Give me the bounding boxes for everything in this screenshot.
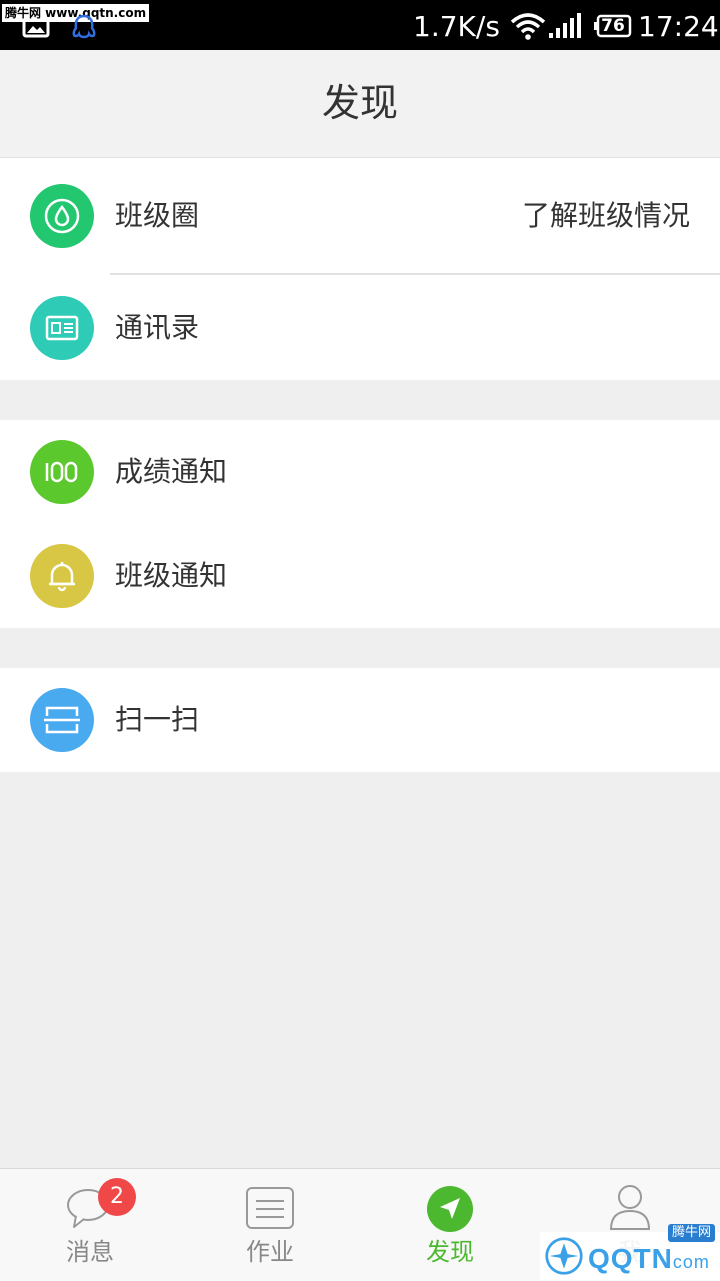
menu-item-label: 扫一扫 <box>115 703 200 736</box>
menu-item-class-notice[interactable]: 班级通知 <box>0 524 720 628</box>
scan-icon <box>30 688 94 752</box>
menu-item-contacts[interactable]: 通讯录 <box>0 274 720 380</box>
tab-label: 消息 <box>66 1238 114 1266</box>
drop-icon <box>30 184 94 248</box>
menu-group-class: 班级圈 了解班级情况 通讯录 <box>0 158 720 380</box>
tab-homework[interactable]: 作业 <box>180 1169 360 1281</box>
network-speed: 1.7K/s <box>413 10 500 43</box>
tab-messages[interactable]: 2 消息 <box>0 1169 180 1281</box>
menu-item-subtitle: 了解班级情况 <box>521 199 690 232</box>
menu-group-scan: 扫一扫 <box>0 668 720 772</box>
battery-level: 76 <box>601 16 625 36</box>
tab-label: 作业 <box>246 1238 294 1266</box>
qqtn-logo-icon <box>545 1237 583 1275</box>
menu-item-label: 通讯录 <box>115 311 200 344</box>
watermark-tag: 腾牛网 <box>668 1224 716 1242</box>
menu-item-score-notice[interactable]: 成绩通知 <box>0 420 720 524</box>
page-title: 发现 <box>321 81 398 125</box>
person-icon <box>609 1185 651 1230</box>
app-header: 发现 <box>0 50 720 158</box>
clock: 17:24 <box>638 10 719 43</box>
tab-label: 发现 <box>426 1238 474 1266</box>
qq-notification-icon <box>72 14 96 39</box>
menu-group-notices: 成绩通知 班级通知 <box>0 420 720 628</box>
unread-badge: 2 <box>98 1178 136 1216</box>
menu-item-class-circle[interactable]: 班级圈 了解班级情况 <box>0 158 720 274</box>
bell-icon <box>30 544 94 608</box>
menu-item-label: 班级圈 <box>115 199 200 232</box>
watermark-brand: QQTNcom <box>588 1243 710 1274</box>
gallery-notification-icon <box>22 18 50 38</box>
document-icon <box>246 1187 294 1229</box>
navigation-arrow-icon <box>427 1186 473 1232</box>
wifi-icon <box>510 13 546 40</box>
contact-card-icon <box>30 296 94 360</box>
menu-item-scan[interactable]: 扫一扫 <box>0 668 720 772</box>
tab-discover[interactable]: 发现 <box>360 1169 540 1281</box>
status-bar: 腾牛网 www.qqtn.com 1.7K/s 76 17:24 <box>0 0 720 50</box>
menu-item-label: 成绩通知 <box>115 455 228 488</box>
menu-item-label: 班级通知 <box>115 559 228 592</box>
signal-icon <box>549 13 581 38</box>
score-100-icon <box>30 440 94 504</box>
qqtn-watermark: QQTNcom 腾牛网 <box>540 1224 720 1280</box>
